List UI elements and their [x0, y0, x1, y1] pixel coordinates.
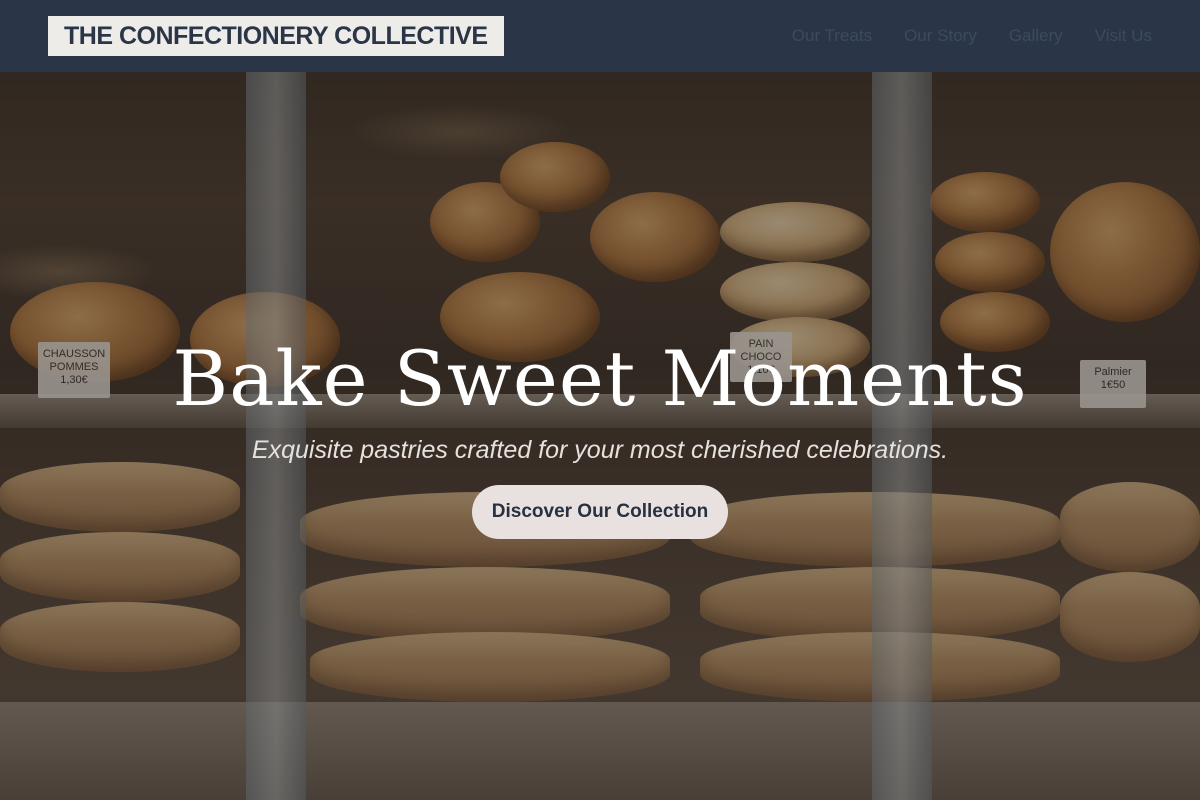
nav-item-visit-us: Visit Us	[1095, 26, 1152, 46]
page: THE CONFECTIONERY COLLECTIVE Our Treats …	[0, 0, 1200, 800]
hero-subtitle: Exquisite pastries crafted for your most…	[251, 436, 949, 464]
nav-link-our-story[interactable]: Our Story	[904, 26, 977, 45]
nav-link-gallery[interactable]: Gallery	[1009, 26, 1063, 45]
nav-item-our-story: Our Story	[904, 26, 977, 46]
nav-item-gallery: Gallery	[1009, 26, 1063, 46]
nav-link-our-treats[interactable]: Our Treats	[792, 26, 872, 45]
nav-item-our-treats: Our Treats	[792, 26, 872, 46]
nav-links: Our Treats Our Story Gallery Visit Us	[792, 0, 1152, 72]
brand-logo[interactable]: THE CONFECTIONERY COLLECTIVE	[48, 16, 504, 56]
hero-title: Bake Sweet Moments	[172, 334, 1028, 423]
navbar: THE CONFECTIONERY COLLECTIVE Our Treats …	[0, 0, 1200, 72]
hero-section: CHAUSSON POMMES 1,30€ PAIN CHOCO 1,10€ P…	[0, 72, 1200, 800]
hero-content: Bake Sweet Moments Exquisite pastries cr…	[0, 72, 1200, 800]
nav-link-visit-us[interactable]: Visit Us	[1095, 26, 1152, 45]
discover-collection-button[interactable]: Discover Our Collection	[472, 485, 728, 539]
